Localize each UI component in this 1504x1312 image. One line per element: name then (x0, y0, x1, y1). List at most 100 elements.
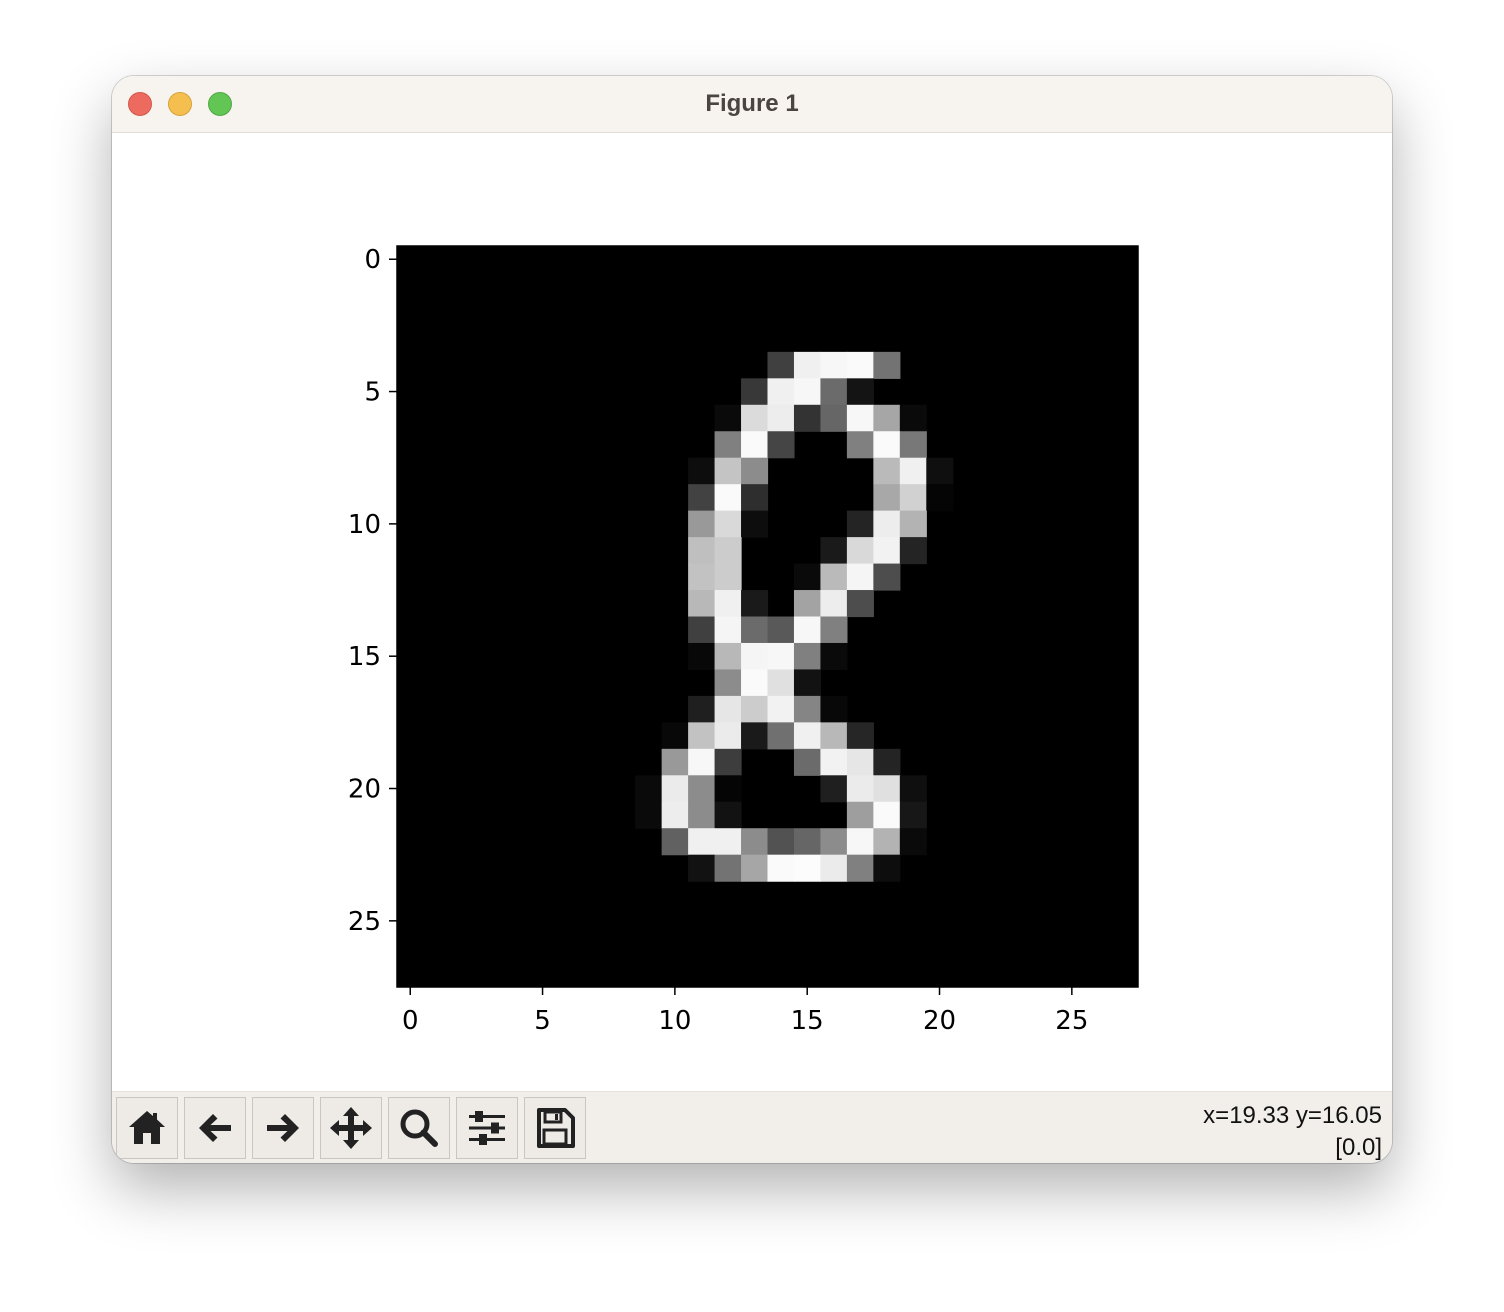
pixel-value: [0.0] (1335, 1134, 1382, 1161)
image-pixel (714, 431, 742, 459)
image-pixel (688, 537, 716, 565)
x-tick-label: 5 (534, 1006, 551, 1036)
back-button[interactable] (184, 1097, 246, 1159)
image-pixel (767, 431, 795, 459)
image-pixel (873, 404, 901, 432)
pan-button[interactable] (320, 1097, 382, 1159)
image-pixel (820, 616, 848, 644)
image-pixel (714, 775, 742, 803)
navigation-toolbar: x=19.33 y=16.05 [0.0] (112, 1091, 1392, 1163)
image-pixel (873, 563, 901, 591)
image-pixel (873, 854, 901, 882)
image-pixel (899, 510, 927, 538)
image-pixel (899, 457, 927, 485)
image-pixel (767, 669, 795, 697)
cursor-status: x=19.33 y=16.05 [0.0] (1203, 1100, 1382, 1163)
image-pixel (688, 563, 716, 591)
image-pixel (741, 642, 769, 671)
image-pixel (688, 722, 716, 750)
image-pixel (741, 616, 769, 644)
image-pixel (820, 590, 848, 618)
figure-window: Figure 1 0 5 10 15 20 25 0 5 10 15 20 25 (112, 76, 1392, 1163)
x-tick-label: 20 (923, 1006, 956, 1036)
image-pixel (741, 854, 769, 882)
image-pixel (714, 616, 742, 644)
image-pixel (846, 748, 874, 776)
image-pixel (820, 351, 848, 379)
image-pixel (846, 378, 874, 406)
image-pixel (820, 828, 848, 856)
image-pixel (926, 457, 954, 485)
image-pixel (688, 642, 716, 671)
image-pixel (661, 775, 689, 803)
image-pixel (820, 854, 848, 882)
image-pixel (714, 722, 742, 750)
forward-button[interactable] (252, 1097, 314, 1159)
configure-subplots-button[interactable] (456, 1097, 518, 1159)
image-pixel (846, 828, 874, 856)
image-pixel (820, 563, 848, 591)
image-pixel (846, 722, 874, 750)
image-pixel (793, 669, 822, 697)
cursor-coordinates: x=19.33 y=16.05 (1203, 1102, 1382, 1129)
image-pixel (846, 351, 874, 379)
image-pixel (741, 828, 769, 856)
image-pixel (873, 775, 901, 803)
image-pixel (767, 828, 795, 856)
home-button[interactable] (116, 1097, 178, 1159)
image-pixel (846, 510, 874, 538)
image-pixel (846, 775, 874, 803)
image-pixel (846, 404, 874, 432)
image-pixel (793, 828, 822, 856)
image-pixel (741, 457, 769, 485)
image-pixel (767, 722, 795, 750)
x-tick-label: 0 (402, 1006, 419, 1036)
image-pixel (767, 695, 795, 723)
image-pixel (714, 510, 742, 538)
title-bar[interactable]: Figure 1 (112, 76, 1392, 133)
image-pixel (767, 404, 795, 432)
image-pixel (793, 590, 822, 618)
image-pixel (793, 378, 822, 406)
image-pixel (899, 801, 927, 829)
image-pixel (714, 695, 742, 723)
y-tick-label: 25 (348, 907, 381, 937)
image-pixel (661, 828, 689, 856)
image-pixel (820, 378, 848, 406)
image-pixel (793, 722, 822, 750)
image-pixel (661, 722, 689, 750)
image-pixel (820, 722, 848, 750)
image-pixel (714, 748, 742, 776)
image-pixel (714, 537, 742, 565)
image-pixel (793, 616, 822, 644)
y-tick-label: 10 (348, 510, 381, 540)
image-pixel (688, 457, 716, 485)
image-pixel (714, 642, 742, 671)
image-pixel (741, 378, 769, 406)
image-pixel (741, 590, 769, 618)
image-pixel (873, 431, 901, 459)
image-pixel (767, 378, 795, 406)
image-pixel (873, 537, 901, 565)
image-pixel (926, 484, 954, 512)
image-plot[interactable]: 0 5 10 15 20 25 0 5 10 15 20 25 (112, 133, 1392, 1091)
image-pixel (688, 484, 716, 512)
y-tick-label: 15 (348, 642, 381, 672)
image-pixel (688, 748, 716, 776)
zoom-button[interactable] (388, 1097, 450, 1159)
save-figure-button[interactable] (524, 1097, 586, 1159)
image-pixel (714, 828, 742, 856)
image-pixel (820, 775, 848, 803)
figure-canvas[interactable]: 0 5 10 15 20 25 0 5 10 15 20 25 (112, 133, 1392, 1091)
image-pixel (741, 431, 769, 459)
image-pixel (873, 351, 901, 379)
image-pixel (767, 854, 795, 882)
image-pixel (873, 748, 901, 776)
image-pixel (714, 484, 742, 512)
image-pixel (741, 484, 769, 512)
image-pixel (873, 484, 901, 512)
image-pixel (635, 775, 663, 803)
arrow-left-icon (199, 1114, 231, 1142)
image-pixel (899, 828, 927, 856)
image-pixel (661, 801, 689, 829)
